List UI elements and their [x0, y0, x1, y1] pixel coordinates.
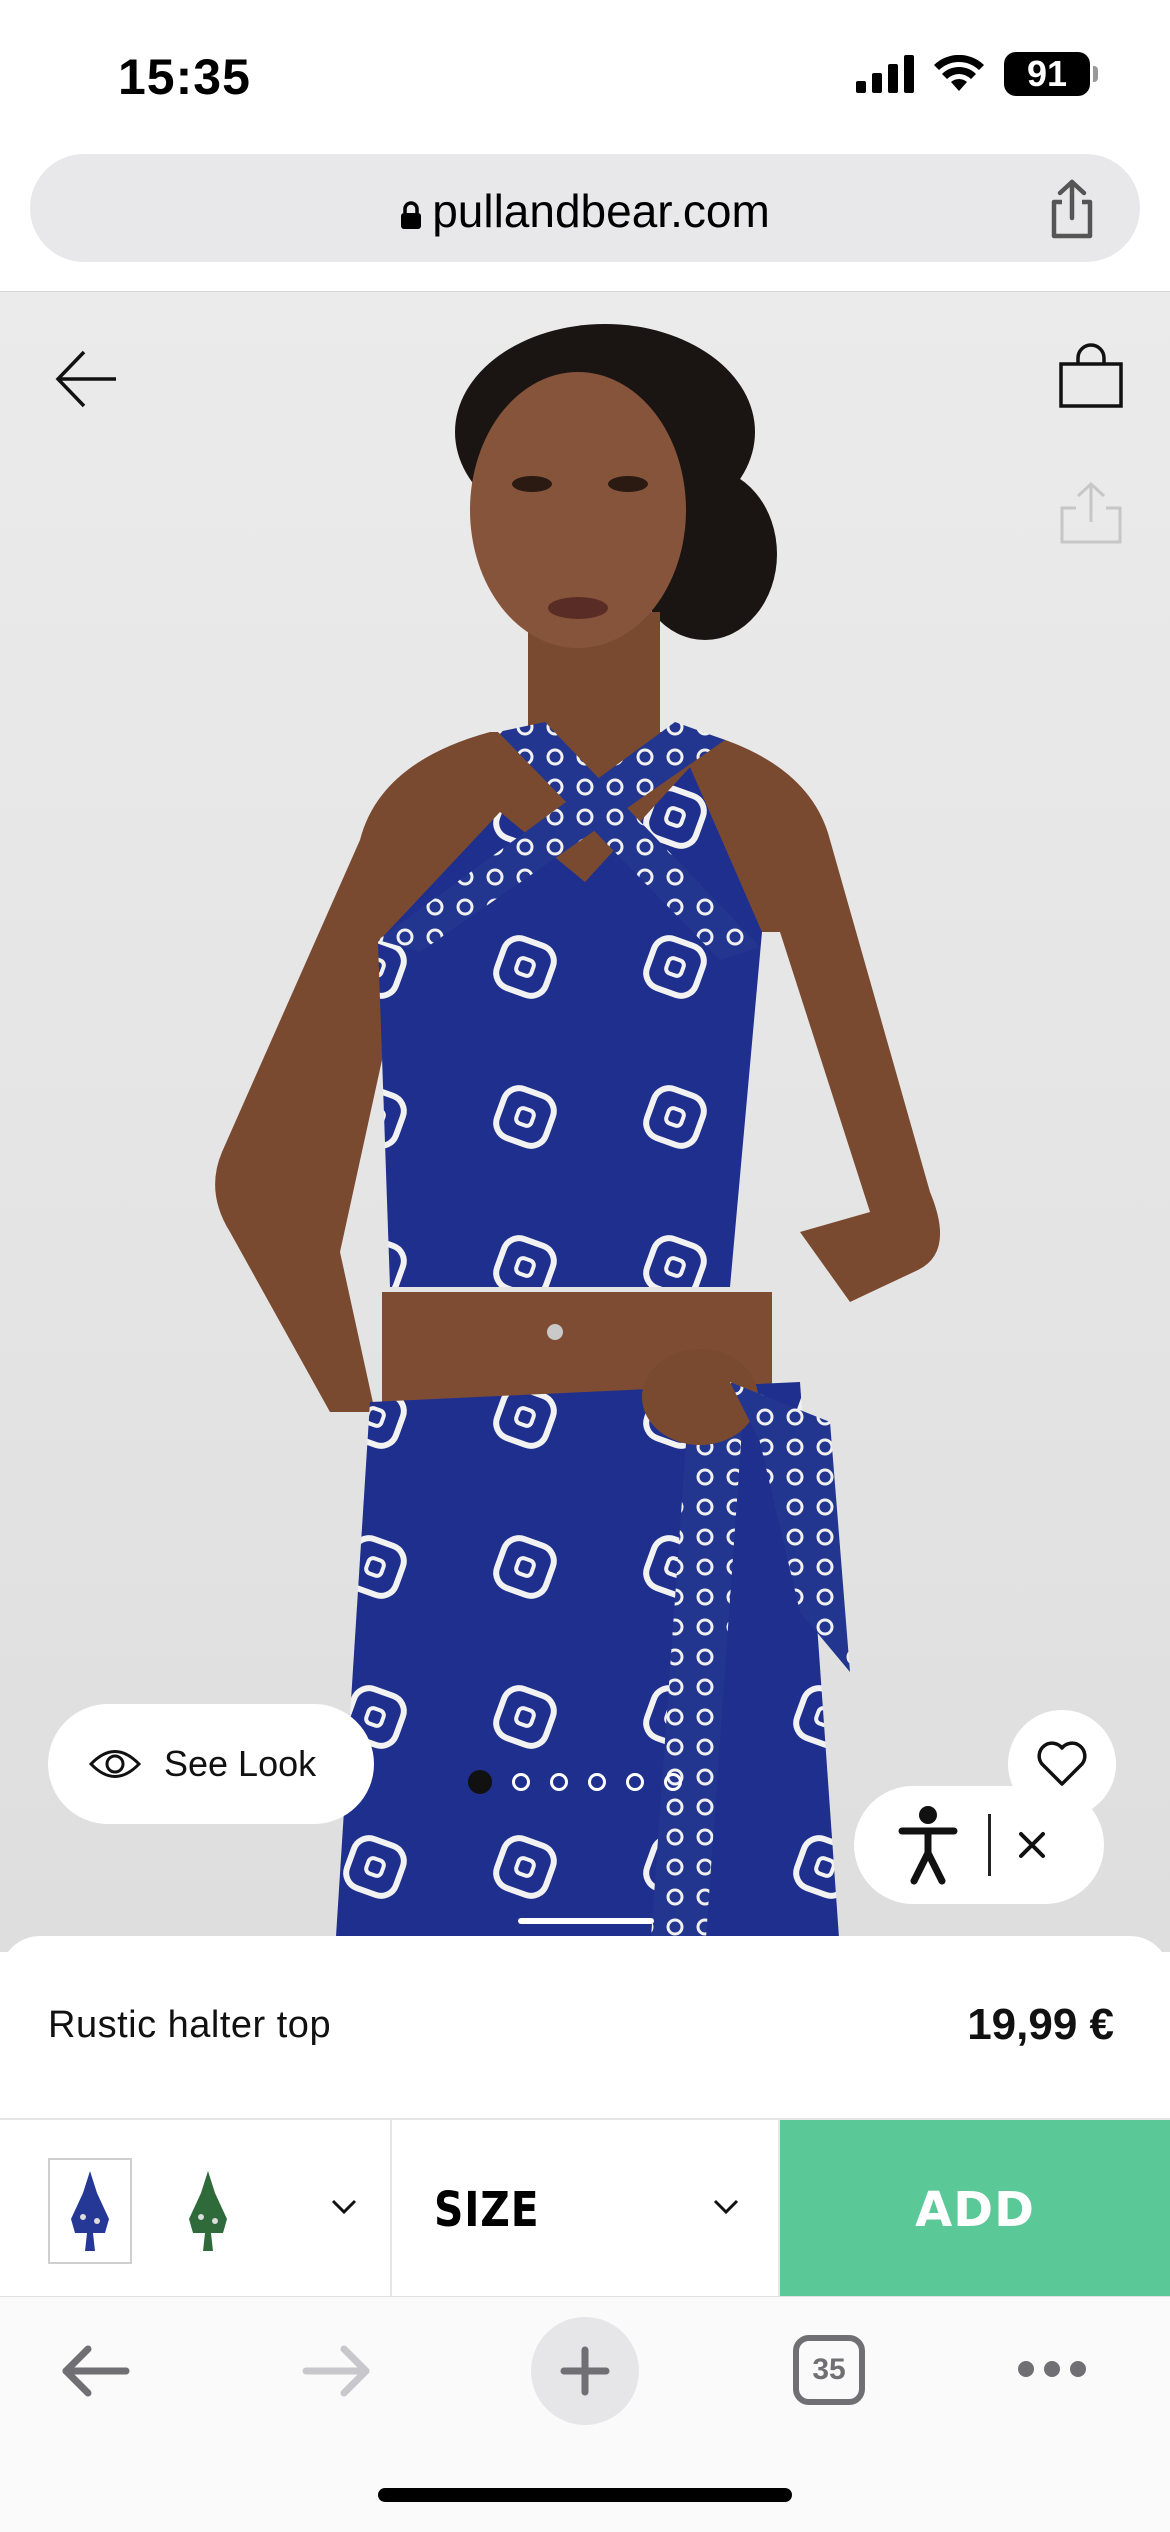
- product-price: 19,99 €: [967, 2000, 1114, 2049]
- accessibility-icon[interactable]: [898, 1805, 958, 1885]
- more-options-icon[interactable]: [1016, 2357, 1088, 2381]
- chevron-down-icon[interactable]: [712, 2198, 740, 2216]
- purchase-actions: SIZE ADD: [0, 2118, 1170, 2300]
- back-arrow-icon[interactable]: [50, 344, 120, 414]
- tabs-count: 35: [812, 2353, 846, 2386]
- color-swatch-green[interactable]: [166, 2158, 250, 2264]
- browser-back-icon[interactable]: [58, 2343, 130, 2399]
- navy-top-thumbnail-icon: [71, 2171, 109, 2251]
- accessibility-divider: [988, 1814, 991, 1876]
- green-top-thumbnail-icon: [189, 2171, 227, 2251]
- product-image-gallery[interactable]: See Look: [0, 292, 1170, 1952]
- add-to-cart-button[interactable]: ADD: [780, 2120, 1170, 2300]
- add-label: ADD: [915, 2182, 1035, 2238]
- status-bar: 15:35 91: [0, 0, 1170, 150]
- share-icon[interactable]: [1044, 178, 1100, 242]
- tabs-button[interactable]: 35: [793, 2335, 865, 2405]
- pagination-dot-2[interactable]: [512, 1773, 530, 1791]
- share-product-icon[interactable]: [1056, 478, 1126, 548]
- address-bar[interactable]: pullandbear.com: [30, 154, 1140, 262]
- pagination-dot-1[interactable]: [468, 1770, 492, 1794]
- browser-address-area: pullandbear.com: [0, 150, 1170, 292]
- product-info-sheet: Rustic halter top 19,99 € SIZE ADD: [0, 1936, 1170, 2300]
- url-display[interactable]: pullandbear.com: [30, 184, 1140, 238]
- image-pagination[interactable]: [468, 1770, 682, 1794]
- color-swatch-navy[interactable]: [48, 2158, 132, 2264]
- status-time: 15:35: [118, 49, 251, 105]
- chevron-down-icon[interactable]: [330, 2198, 358, 2216]
- pagination-dot-6[interactable]: [664, 1773, 682, 1791]
- accessibility-widget[interactable]: [854, 1786, 1104, 1904]
- see-look-label: See Look: [164, 1743, 317, 1784]
- battery-level: 91: [1026, 53, 1068, 94]
- product-name: Rustic halter top: [48, 2004, 332, 2046]
- plus-icon: [560, 2346, 610, 2396]
- new-tab-button[interactable]: [531, 2317, 639, 2425]
- browser-forward-icon[interactable]: [302, 2343, 374, 2399]
- lock-icon: [401, 201, 422, 229]
- product-photo: [215, 324, 941, 1952]
- pagination-dot-3[interactable]: [550, 1773, 568, 1791]
- close-icon[interactable]: [1017, 1830, 1047, 1860]
- wifi-icon: [934, 55, 984, 91]
- size-label: SIZE: [434, 2182, 540, 2238]
- pagination-dot-4[interactable]: [588, 1773, 606, 1791]
- size-selector[interactable]: SIZE: [392, 2120, 780, 2300]
- see-look-button[interactable]: See Look: [48, 1704, 374, 1824]
- sheet-drag-handle[interactable]: [518, 1918, 654, 1924]
- color-selector[interactable]: [0, 2120, 392, 2300]
- eye-icon: [88, 1750, 142, 1778]
- status-icons: 91: [856, 52, 1098, 96]
- pagination-dot-5[interactable]: [626, 1773, 644, 1791]
- shopping-bag-icon[interactable]: [1056, 342, 1126, 412]
- signal-icon: [856, 55, 914, 93]
- url-text: pullandbear.com: [432, 185, 770, 237]
- heart-icon: [1037, 1741, 1087, 1786]
- home-indicator[interactable]: [378, 2488, 792, 2502]
- battery-icon: 91: [1004, 52, 1098, 96]
